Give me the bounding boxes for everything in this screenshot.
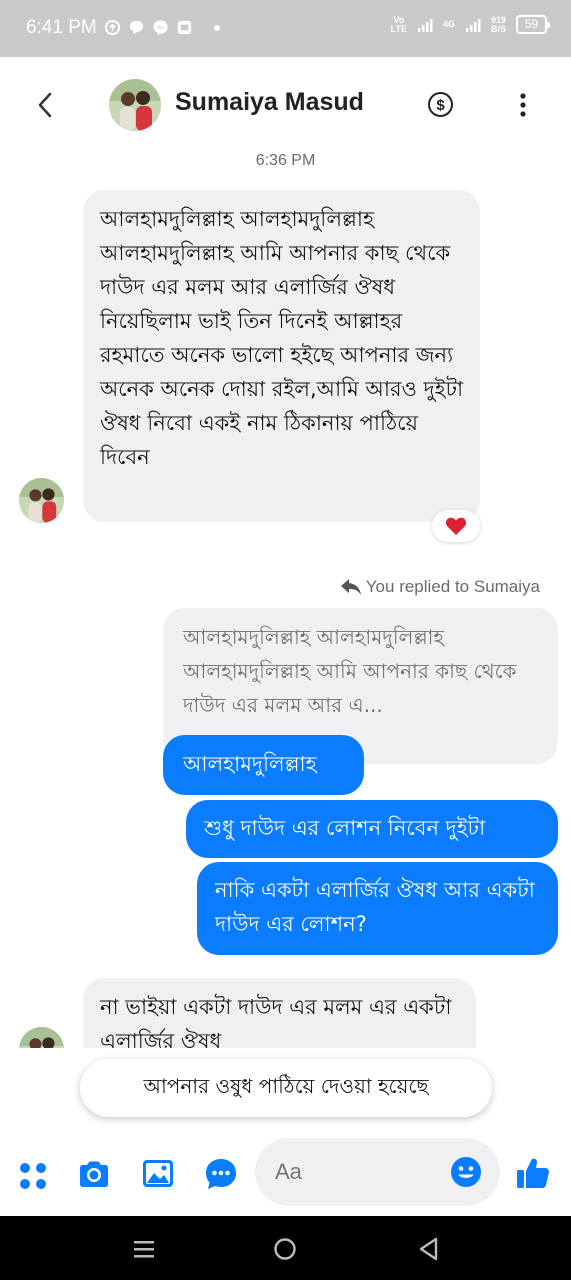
outgoing-message-3[interactable]: নাকি একটা এলার্জির ঔষধ আর একটা দাউদ এর ল…	[197, 862, 558, 955]
message-input[interactable]	[275, 1159, 425, 1185]
status-right: Vo LTE 4G 919 B/S 59	[390, 14, 550, 34]
home-icon[interactable]	[272, 1236, 298, 1262]
system-nav-bar	[0, 1216, 571, 1280]
nav-back-icon[interactable]	[416, 1236, 442, 1262]
notification-icons	[104, 19, 220, 36]
incoming-message-1[interactable]: আলহামদুলিল্লাহ আলহামদুলিল্লাহ আলহামদুলিল…	[83, 190, 480, 522]
status-bar: 6:41 PM Vo LTE 4G 919 B/S 59	[0, 0, 571, 57]
network-type: 4G	[442, 19, 455, 29]
replied-label: You replied to Sumaiya	[365, 577, 540, 596]
messenger-icon	[153, 20, 168, 35]
volte-indicator: Vo LTE	[390, 14, 407, 34]
sender-avatar-photo	[19, 478, 64, 523]
network-speed: 919 B/S	[490, 14, 506, 34]
incoming-message-2[interactable]: না ভাইয়া একটা দাউদ এর মলম এর একটা এলার্…	[83, 978, 476, 1048]
signal-icon-2	[465, 18, 481, 32]
replied-indicator: You replied to Sumaiya	[340, 577, 540, 597]
back-arrow-icon[interactable]	[34, 91, 56, 119]
payment-dollar-icon[interactable]: $	[427, 91, 454, 118]
outgoing-message-2[interactable]: শুধু দাউদ এর লোশন নিবেন দুইটা	[186, 800, 558, 858]
gallery-icon[interactable]	[141, 1157, 175, 1191]
chat-bubble-icon	[129, 20, 144, 35]
battery-indicator: 59	[516, 15, 550, 34]
message-composer	[0, 1130, 571, 1216]
messenger-screen: 6:41 PM Vo LTE 4G 919 B/S 59 Sumaiya Mas…	[0, 0, 571, 1280]
more-notifications-dot	[214, 24, 220, 31]
message-timestamp: 6:36 PM	[255, 152, 316, 169]
emoji-icon[interactable]	[450, 1156, 482, 1188]
app-icon	[177, 20, 192, 35]
contact-avatar[interactable]	[109, 79, 161, 131]
menu-grid-icon[interactable]	[16, 1157, 50, 1191]
heart-reaction[interactable]	[432, 510, 480, 542]
chat-header: Sumaiya Masud $	[0, 57, 571, 152]
data-saver-icon	[104, 19, 121, 36]
sender-avatar-2[interactable]	[19, 1027, 64, 1048]
sent-toast: আপনার ওষুধ পাঠিয়ে দেওয়া হয়েছে	[80, 1059, 492, 1117]
message-list[interactable]: 6:36 PM আলহামদুলিল্লাহ আলহামদুলিল্লাহ আল…	[0, 152, 571, 1048]
chat-more-icon[interactable]	[204, 1157, 238, 1191]
more-options-icon[interactable]	[514, 92, 532, 118]
status-time: 6:41 PM	[26, 17, 97, 38]
camera-icon[interactable]	[77, 1157, 111, 1191]
contact-name[interactable]: Sumaiya Masud	[175, 88, 364, 117]
outgoing-message-1[interactable]: আলহামদুলিল্লাহ	[163, 735, 364, 795]
thumbs-up-icon[interactable]	[515, 1155, 551, 1191]
avatar-photo	[109, 79, 161, 131]
sender-avatar-photo-2	[19, 1027, 64, 1048]
svg-text:$: $	[436, 97, 445, 114]
message-input-container[interactable]	[255, 1138, 500, 1206]
sender-avatar[interactable]	[19, 478, 64, 523]
heart-icon	[445, 517, 467, 535]
reply-arrow-icon	[340, 579, 361, 595]
recent-apps-icon[interactable]	[131, 1236, 157, 1262]
signal-icon	[417, 18, 433, 32]
